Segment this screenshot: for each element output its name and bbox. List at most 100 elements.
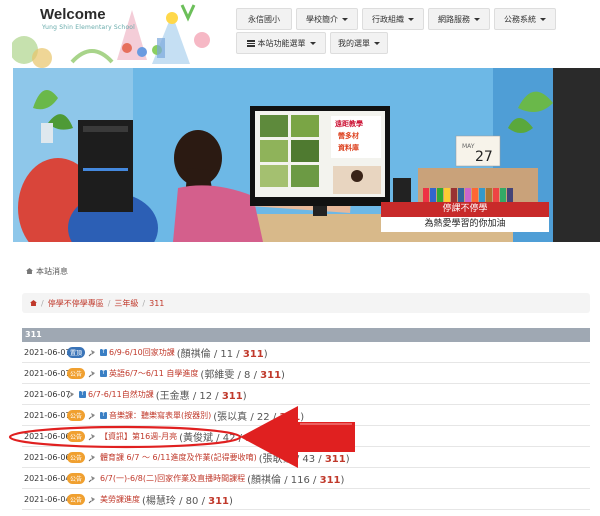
row-class[interactable]: 311 — [243, 349, 264, 360]
breadcrumb-item[interactable]: 停學不停學專區 — [48, 298, 104, 309]
nav-my-menu[interactable]: 我的選單 — [330, 32, 388, 54]
pin-icon — [88, 474, 97, 483]
row-date: 2021-06-07 — [24, 389, 71, 399]
row-date: 2021-06-07 — [24, 347, 71, 357]
calendar-month: MAY — [462, 143, 475, 150]
row-meta: (郭維雯 / 8 / 311) — [200, 366, 285, 381]
nav-about[interactable]: 學校簡介 — [296, 8, 358, 30]
screen-line-3: 資料庫 — [338, 143, 359, 152]
nav-official[interactable]: 公務系統 — [494, 8, 556, 30]
meta-separator: / — [189, 390, 200, 402]
section-heading-label: 本站消息 — [36, 267, 68, 276]
site-subtitle: Yung Shin Elementary School — [42, 24, 136, 31]
news-title-link[interactable]: 【資訊】第16週-月亮 — [100, 431, 177, 442]
nav-home-label: 永信國小 — [248, 14, 280, 24]
section-heading: 本站消息 — [26, 266, 68, 277]
banner-caption: 停課不停學 為熱愛學習的你加油 — [381, 202, 549, 234]
table-row[interactable]: 2021-06-07 公告 T 音樂課：聽樂寫表單(按器別) (張以真 / 22 / 3… — [22, 405, 590, 426]
nav-about-label: 學校簡介 — [306, 14, 338, 24]
caret-down-icon — [374, 41, 380, 45]
row-author: 王金惠 — [159, 390, 190, 402]
home-icon[interactable] — [30, 300, 37, 306]
banner-caption-line1: 停課不停學 — [381, 202, 549, 217]
breadcrumb-separator: / — [142, 298, 146, 308]
row-view-count: 43 — [302, 453, 316, 465]
status-badge: 公告 — [67, 409, 86, 421]
meta-separator: / — [175, 495, 186, 507]
row-class[interactable]: 311 — [245, 433, 266, 444]
row-class[interactable]: 311 — [208, 496, 229, 507]
row-meta: (顏祺倫 / 116 / 311) — [247, 471, 344, 486]
row-date: 2021-06-07 — [24, 368, 71, 378]
status-badge: 公告 — [67, 493, 86, 505]
meta-separator: / — [235, 432, 246, 444]
row-date: 2021-06-04 — [24, 494, 71, 504]
meta-separator: / — [198, 495, 209, 507]
news-title-link[interactable]: 體育課 6/7 ～ 6/11進度及作業(記得要收唷) — [100, 452, 257, 463]
table-row[interactable]: 2021-06-04 公告 6/7(一)-6/8(二)回家作業及直播時間課程 (顏祺倫… — [22, 468, 590, 489]
nav-site-menu[interactable]: 本站功能選單 — [236, 32, 326, 54]
status-badge: 公告 — [67, 430, 86, 442]
meta-paren: ) — [229, 495, 233, 507]
meta-separator: / — [292, 453, 303, 465]
breadcrumb-item[interactable]: 三年級 — [114, 298, 138, 309]
nav-admin[interactable]: 行政組織 — [362, 8, 424, 30]
news-title-link[interactable]: 英語6/7～6/11 自學進度 — [109, 368, 198, 379]
row-author: 顏祺倫 — [251, 474, 282, 486]
table-row[interactable]: 2021-06-07 T 6/7-6/11自然功課 (王金惠 / 12 / 311) — [22, 384, 590, 405]
news-title-link[interactable]: 6/7(一)-6/8(二)回家作業及直播時間課程 — [100, 473, 245, 484]
news-list-header: 311 — [22, 328, 590, 342]
meta-separator: / — [315, 453, 325, 465]
row-class[interactable]: 311 — [222, 391, 243, 402]
caret-down-icon — [540, 17, 546, 21]
row-meta: (張耿豪 / 43 / 311) — [259, 450, 350, 465]
news-title-link[interactable]: 6/7-6/11自然功課 — [88, 389, 154, 400]
screen-line-1: 遠距教學 — [335, 119, 363, 128]
banner-image: MAY 27 遠距教學 營多材 資料庫 停課不停學 為熱愛學習的你加油 — [13, 68, 600, 242]
table-row[interactable]: 2021-06-07 公告 T 英語6/7～6/11 自學進度 (郭維雯 / 8 / 3… — [22, 363, 590, 384]
meta-separator: / — [212, 390, 222, 402]
site-logo[interactable]: Welcome Yung Shin Elementary School — [12, 0, 212, 68]
row-view-count: 116 — [290, 474, 310, 486]
pin-icon — [88, 369, 97, 378]
nav-web-services[interactable]: 網路服務 — [428, 8, 490, 30]
meta-separator: / — [233, 348, 243, 360]
row-class[interactable]: 311 — [320, 475, 341, 486]
row-meta: (楊慧玲 / 80 / 311) — [142, 492, 233, 507]
row-author: 郭維雯 — [204, 369, 235, 381]
meta-separator: / — [309, 474, 320, 486]
news-title-link[interactable]: 美勞課進度 — [100, 494, 140, 505]
table-row[interactable]: 2021-06-07 置頂 T 6/9-6/10回家功課 (顏祺倫 / 11 / 311… — [22, 342, 590, 363]
breadcrumb: / 停學不停學專區 / 三年級 / 311 — [22, 293, 590, 313]
meta-separator: / — [250, 369, 261, 381]
news-list: 2021-06-07 置頂 T 6/9-6/10回家功課 (顏祺倫 / 11 / 311… — [22, 342, 590, 510]
caret-down-icon — [474, 17, 480, 21]
row-date: 2021-06-04 — [24, 473, 71, 483]
row-author: 張以真 — [217, 411, 248, 423]
news-title-link[interactable]: 6/9-6/10回家功課 — [109, 347, 175, 358]
meta-separator: / — [269, 411, 280, 423]
breadcrumb-item[interactable]: 311 — [149, 299, 164, 308]
nav-home[interactable]: 永信國小 — [236, 8, 292, 30]
table-row[interactable]: 2021-06-04 公告 美勞課進度 (楊慧玲 / 80 / 311) — [22, 489, 590, 510]
caret-down-icon — [309, 41, 316, 45]
row-class[interactable]: 311 — [325, 454, 346, 465]
news-title-link[interactable]: 音樂課：聽樂寫表單(按器別) — [109, 410, 211, 421]
meta-separator: / — [281, 474, 291, 486]
table-row[interactable]: 2021-06-06 公告 【資訊】第16週-月亮 (黃俊斌 / 42 / 311) — [22, 426, 590, 447]
meta-paren: ) — [281, 369, 285, 381]
status-badge: 公告 — [67, 367, 86, 379]
calendar-day: 27 — [475, 149, 493, 165]
breadcrumb-separator: / — [41, 298, 44, 308]
row-class[interactable]: 311 — [260, 370, 281, 381]
row-meta: (張以真 / 22 / 311) — [213, 408, 304, 423]
nav-web-services-label: 網路服務 — [438, 14, 470, 24]
caret-down-icon — [408, 17, 414, 21]
status-badge: 公告 — [67, 472, 86, 484]
row-class[interactable]: 311 — [279, 412, 300, 423]
meta-paren: ) — [266, 432, 270, 444]
row-author: 楊慧玲 — [145, 495, 176, 507]
row-view-count: 12 — [199, 390, 213, 402]
tag-icon: T — [100, 369, 108, 377]
table-row[interactable]: 2021-06-06 公告 體育課 6/7 ～ 6/11進度及作業(記得要收唷) (張… — [22, 447, 590, 468]
